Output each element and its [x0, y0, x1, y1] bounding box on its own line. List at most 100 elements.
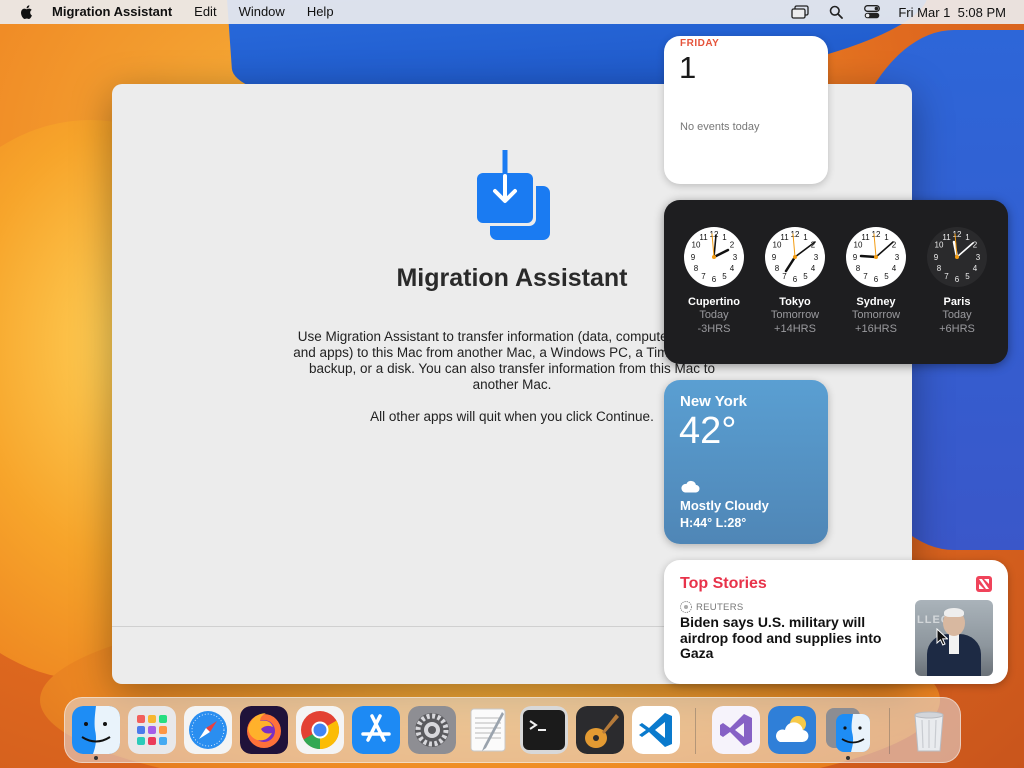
apple-menu-icon[interactable]: [0, 0, 52, 24]
clock-offset: +14HRS: [774, 323, 816, 335]
news-headline[interactable]: Biden says U.S. military will airdrop fo…: [680, 614, 890, 662]
svg-text:8: 8: [937, 264, 942, 273]
svg-text:4: 4: [973, 264, 978, 273]
trash-icon[interactable]: [905, 706, 953, 754]
svg-text:2: 2: [730, 241, 735, 250]
svg-text:11: 11: [861, 233, 870, 242]
safari-icon[interactable]: [184, 706, 232, 754]
clock-city: Paris: [943, 296, 971, 308]
clock-offset: +6HRS: [939, 323, 975, 335]
svg-text:4: 4: [730, 264, 735, 273]
svg-text:9: 9: [691, 253, 696, 262]
svg-text:2: 2: [973, 241, 978, 250]
thumbnail-figure: [949, 634, 959, 654]
svg-text:7: 7: [701, 272, 706, 281]
world-clock-widget[interactable]: 12 1 2 3 4 5 6 7 8 9 10 11 Cupertino Today -3HRS 12…: [664, 200, 1008, 364]
firefox-icon[interactable]: [240, 706, 288, 754]
control-center-icon[interactable]: [862, 2, 882, 22]
news-source-label: REUTERS: [696, 601, 744, 613]
calendar-weekday: FRIDAY: [680, 38, 720, 49]
chrome-icon[interactable]: [296, 706, 344, 754]
textedit-icon[interactable]: [464, 706, 512, 754]
visual-studio-icon[interactable]: [712, 706, 760, 754]
clock-offset: +16HRS: [855, 323, 897, 335]
svg-text:11: 11: [942, 233, 951, 242]
weather-app-icon[interactable]: [768, 706, 816, 754]
svg-text:9: 9: [853, 253, 858, 262]
news-title: Top Stories: [680, 575, 767, 592]
running-indicator: [846, 756, 850, 760]
svg-text:7: 7: [944, 272, 949, 281]
svg-text:9: 9: [772, 253, 777, 262]
dock: [64, 697, 961, 763]
news-source: REUTERS: [680, 601, 744, 613]
clock-sydney: 12 1 2 3 4 5 6 7 8 9 10 11 Sydney Tomorrow +16HRS: [845, 226, 907, 336]
analog-clock-icon: 12 1234567891011: [684, 227, 744, 287]
clock-day: Today: [942, 309, 972, 321]
svg-text:11: 11: [699, 233, 708, 242]
svg-text:4: 4: [892, 264, 897, 273]
launchpad-icon[interactable]: [128, 706, 176, 754]
svg-text:1: 1: [965, 233, 970, 242]
calendar-date: 1: [679, 50, 697, 85]
weather-high-low: H:44° L:28°: [680, 516, 747, 530]
svg-text:6: 6: [874, 275, 879, 284]
spotlight-search-icon[interactable]: [826, 2, 846, 22]
apple-news-icon: [976, 576, 992, 592]
screen-mirroring-icon[interactable]: [790, 2, 810, 22]
svg-text:3: 3: [814, 253, 819, 262]
svg-text:6: 6: [712, 275, 717, 284]
svg-text:5: 5: [722, 272, 727, 281]
calendar-widget[interactable]: FRIDAY 1 No events today: [664, 36, 828, 184]
svg-text:3: 3: [976, 253, 981, 262]
clock-offset: -3HRS: [697, 323, 731, 335]
svg-text:1: 1: [884, 233, 889, 242]
dock-separator: [889, 708, 890, 754]
svg-text:1: 1: [722, 233, 727, 242]
edit-menu[interactable]: Edit: [183, 0, 227, 24]
svg-text:12: 12: [791, 230, 800, 239]
clock-day: Tomorrow: [770, 309, 820, 321]
clock-paris: 12 1 2 3 4 5 6 7 8 9 10 11 Paris Today +6HRS: [926, 226, 988, 336]
clock-city: Cupertino: [688, 296, 740, 308]
svg-text:3: 3: [733, 253, 738, 262]
svg-text:6: 6: [955, 275, 960, 284]
svg-text:5: 5: [803, 272, 808, 281]
clock-day: Tomorrow: [851, 309, 901, 321]
migration-assistant-dock-icon[interactable]: [824, 706, 872, 754]
cloud-icon: [680, 480, 700, 498]
migration-assistant-app-icon: [472, 147, 552, 242]
reuters-logo-icon: [680, 601, 692, 613]
svg-text:5: 5: [965, 272, 970, 281]
svg-text:7: 7: [863, 272, 868, 281]
menu-bar: Migration Assistant Edit Window Help Fri…: [0, 0, 1024, 24]
terminal-icon[interactable]: [520, 706, 568, 754]
svg-text:12: 12: [953, 230, 962, 239]
svg-text:7: 7: [782, 272, 787, 281]
news-thumbnail[interactable]: LLEGE: [915, 600, 993, 676]
weather-city: New York: [680, 393, 747, 410]
weather-widget[interactable]: New York 42° Mostly Cloudy H:44° L:28°: [664, 380, 828, 544]
app-store-icon[interactable]: [352, 706, 400, 754]
analog-clock-icon: 12 1234567891011: [927, 227, 987, 287]
svg-text:1: 1: [803, 233, 808, 242]
garageband-icon[interactable]: [576, 706, 624, 754]
window-menu[interactable]: Window: [228, 0, 296, 24]
svg-text:8: 8: [856, 264, 861, 273]
menubar-clock[interactable]: Fri Mar 1 5:08 PM: [898, 5, 1006, 20]
clock-cupertino: 12 1 2 3 4 5 6 7 8 9 10 11 Cupertino Today -3HRS: [683, 226, 745, 336]
vscode-icon[interactable]: [632, 706, 680, 754]
news-widget[interactable]: Top Stories REUTERS Biden says U.S. mili…: [664, 560, 1008, 684]
app-menu[interactable]: Migration Assistant: [52, 0, 183, 24]
svg-text:12: 12: [872, 230, 881, 239]
help-menu[interactable]: Help: [296, 0, 345, 24]
clock-city: Tokyo: [779, 296, 811, 308]
finder-icon[interactable]: [72, 706, 120, 754]
clock-day: Today: [699, 309, 729, 321]
svg-text:4: 4: [811, 264, 816, 273]
svg-text:5: 5: [884, 272, 889, 281]
svg-text:3: 3: [895, 253, 900, 262]
svg-text:6: 6: [793, 275, 798, 284]
svg-text:9: 9: [934, 253, 939, 262]
system-settings-icon[interactable]: [408, 706, 456, 754]
